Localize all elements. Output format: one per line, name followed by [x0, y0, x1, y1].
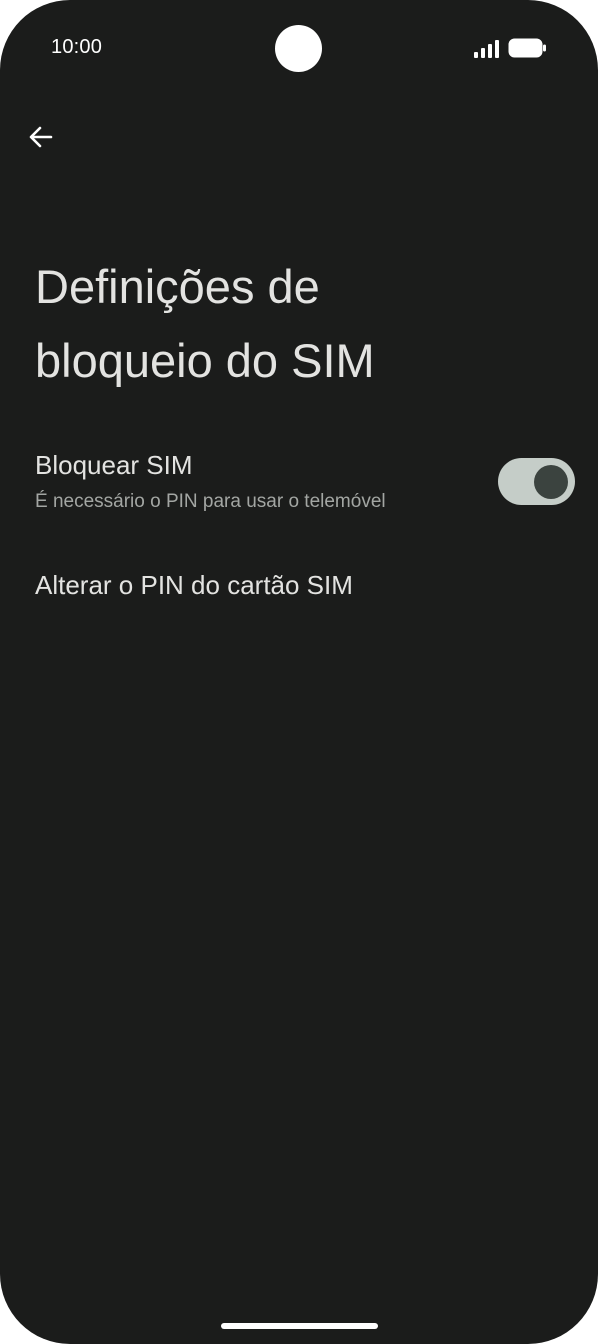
- change-sim-pin-title: Alterar o PIN do cartão SIM: [35, 570, 353, 600]
- lock-sim-toggle[interactable]: [498, 458, 575, 505]
- signal-icon: [474, 40, 499, 58]
- page-title: Definições de bloqueio do SIM: [35, 250, 555, 398]
- camera-cutout: [275, 25, 322, 72]
- lock-sim-summary: É necessário o PIN para usar o telemóvel: [35, 491, 386, 512]
- phone-screen: 10:00 Definições de bloqueio do SIM Bloq…: [0, 0, 598, 1344]
- page-title-line-2: bloqueio do SIM: [35, 334, 375, 387]
- status-bar: 10:00: [0, 0, 598, 96]
- change-sim-pin-preference[interactable]: Alterar o PIN do cartão SIM: [0, 555, 598, 617]
- battery-icon: [508, 38, 546, 58]
- arrow-back-icon: [29, 126, 53, 148]
- toggle-thumb: [534, 465, 568, 499]
- lock-sim-title: Bloquear SIM: [35, 450, 193, 480]
- gesture-nav-handle[interactable]: [221, 1323, 378, 1329]
- page-title-line-1: Definições de: [35, 260, 320, 313]
- lock-sim-preference[interactable]: Bloquear SIM É necessário o PIN para usa…: [0, 440, 598, 530]
- back-button[interactable]: [18, 114, 64, 160]
- status-time: 10:00: [51, 36, 103, 58]
